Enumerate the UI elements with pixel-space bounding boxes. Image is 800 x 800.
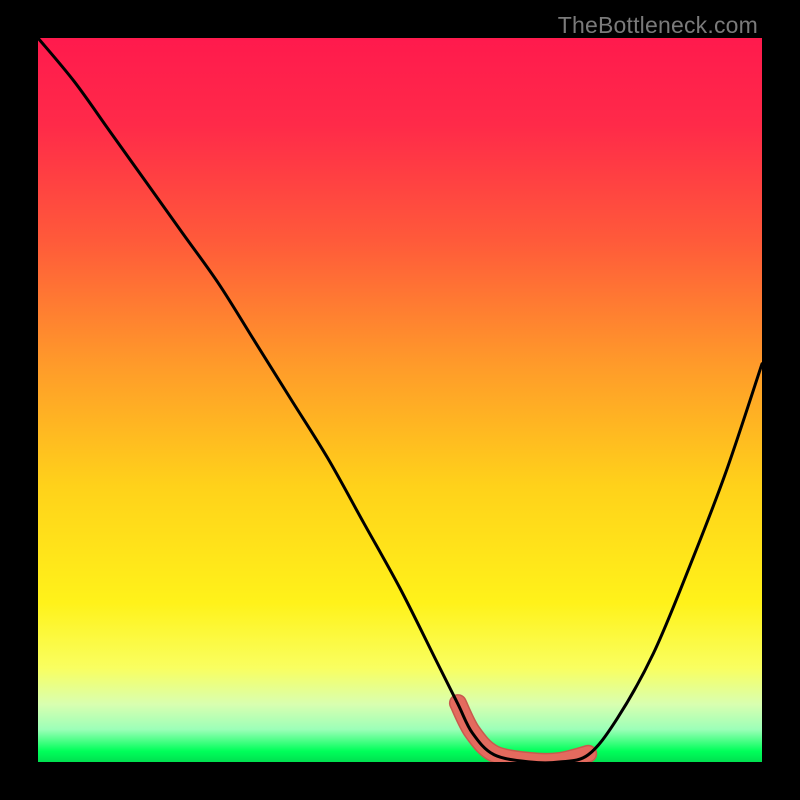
plot-svg (38, 38, 762, 762)
plot-area (38, 38, 762, 762)
chart-frame: TheBottleneck.com (0, 0, 800, 800)
watermark-text: TheBottleneck.com (558, 12, 758, 39)
